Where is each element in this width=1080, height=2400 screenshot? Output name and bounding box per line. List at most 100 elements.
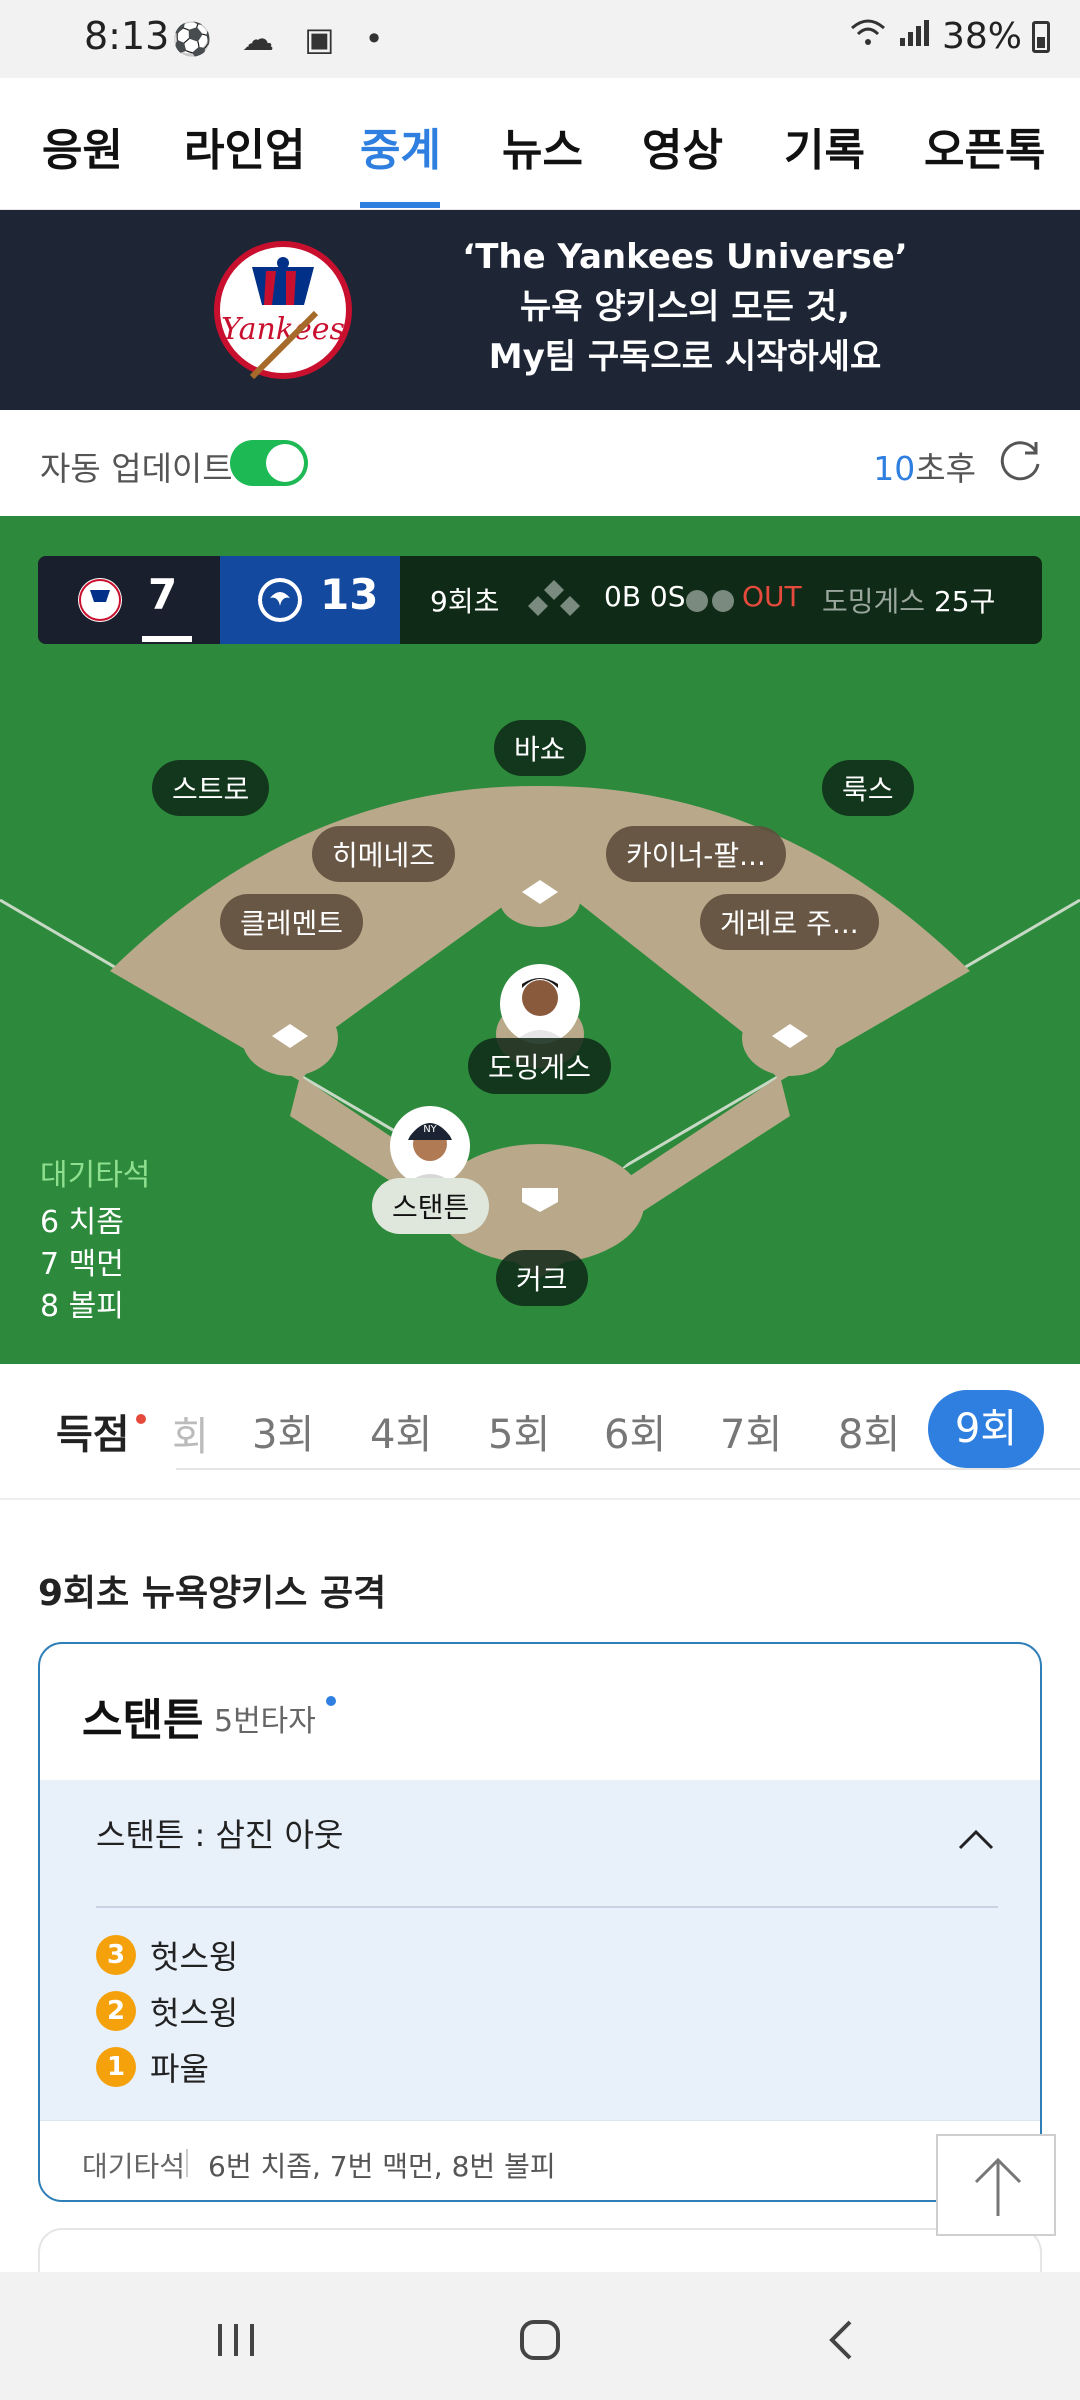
out-dot-1 <box>686 590 708 612</box>
promo-banner[interactable]: Yankees ‘The Yankees Universe’ 뉴욕 양키스의 모… <box>0 210 1080 410</box>
batter-photo: NY <box>404 1123 456 1186</box>
inning-tab-9[interactable]: 9회 <box>928 1390 1044 1468</box>
out-indicator <box>686 590 738 616</box>
pitcher-avatar[interactable] <box>500 964 580 1044</box>
on-deck-item: 6 치좀 <box>40 1205 124 1240</box>
inning-tab-8[interactable]: 8회 <box>838 1402 900 1460</box>
card-footer: 대기타석 6번 치좀, 7번 맥먼, 8번 볼피 <box>40 2120 1040 2200</box>
inning-tab-5[interactable]: 5회 <box>488 1402 550 1460</box>
pitch-number-badge: 2 <box>96 1991 136 2031</box>
footer-separator <box>186 2149 188 2177</box>
fielder-third[interactable]: 클레멘트 <box>220 894 364 950</box>
tab-opentalk[interactable]: 오픈톡 <box>924 114 1045 178</box>
inning-selector: 득점 회 3회 4회 5회 6회 7회 8회 9회 <box>0 1364 1080 1500</box>
on-deck-title: 대기타석 <box>40 1158 151 1193</box>
baseball-field: 7 13 9회초 0B 0S OUT 도밍게스 25구 바쇼 스트로 룩스 히메… <box>0 516 1080 1364</box>
scoreboard: 7 13 9회초 0B 0S OUT 도밍게스 25구 <box>38 556 1042 644</box>
inning-tab-partial[interactable]: 회 <box>172 1404 209 1462</box>
auto-update-bar: 자동 업데이트 10초후 <box>0 410 1080 516</box>
wifi-icon <box>848 16 888 57</box>
inning-tab-4[interactable]: 4회 <box>370 1402 432 1460</box>
fielder-first[interactable]: 게레로 주... <box>700 894 879 950</box>
on-deck-item: 7 맥먼 <box>40 1247 124 1282</box>
banner-line-2: 뉴욕 양키스의 모든 것, <box>520 287 850 327</box>
active-tab-indicator <box>360 202 440 208</box>
inning-tab-7[interactable]: 7회 <box>720 1402 782 1460</box>
yankees-logo: Yankees <box>214 241 352 380</box>
tab-news[interactable]: 뉴스 <box>502 114 583 178</box>
pitch-desc: 헛스윙 <box>150 1938 239 1976</box>
pitch-desc: 헛스윙 <box>150 1994 239 2032</box>
refresh-countdown: 10초후 <box>873 442 976 490</box>
footer-label: 대기타석 <box>82 2150 186 2183</box>
away-team[interactable]: 7 <box>38 556 220 644</box>
tab-video[interactable]: 영상 <box>642 114 723 178</box>
inning-label: 9회초 <box>430 585 500 618</box>
pitch-desc: 파울 <box>150 2050 209 2088</box>
tab-lineup[interactable]: 라인업 <box>184 114 305 178</box>
battery-text: 38% <box>941 16 1022 57</box>
top-tabs: 응원 라인업 중계 뉴스 영상 기록 오픈톡 <box>0 78 1080 210</box>
notification-icons: ⚽ ☁ ▣ • <box>172 20 394 58</box>
fielder-right[interactable]: 룩스 <box>822 760 914 816</box>
banner-line-1: ‘The Yankees Universe’ <box>462 237 908 277</box>
banner-line-3: My팀 구독으로 시작하세요 <box>488 337 882 377</box>
pitch-number-badge: 3 <box>96 1935 136 1975</box>
batter-name[interactable]: 스탠튼 <box>82 1684 203 1748</box>
status-right: 38% <box>848 16 1050 57</box>
battery-icon <box>1032 20 1050 53</box>
fielder-catcher[interactable]: 커크 <box>496 1250 588 1306</box>
inning-tab-6[interactable]: 6회 <box>604 1402 666 1460</box>
countdown-number: 10 <box>873 449 916 488</box>
out-dot-2 <box>712 590 734 612</box>
system-nav-bar <box>0 2272 1080 2400</box>
pitch-row: 2 헛스윙 <box>96 1988 238 2034</box>
pitcher-chip[interactable]: 도밍게스 <box>468 1038 612 1094</box>
refresh-icon[interactable] <box>996 436 1046 486</box>
pitcher-photo <box>512 978 568 1044</box>
batting-order: 5번타자 <box>214 1704 316 1739</box>
banner-text: ‘The Yankees Universe’ 뉴욕 양키스의 모든 것, My팀… <box>420 232 950 382</box>
home-score: 13 <box>320 570 379 619</box>
out-label: OUT <box>742 580 802 613</box>
svg-text:NY: NY <box>423 1124 437 1135</box>
home-team[interactable]: 13 <box>220 556 400 644</box>
arrow-up-icon <box>974 2157 1022 2216</box>
batter-chip[interactable]: 스탠튼 <box>372 1178 490 1234</box>
detail-divider <box>96 1906 998 1908</box>
bases-icon <box>528 580 580 616</box>
batter-indicator-dot <box>326 1696 336 1706</box>
svg-text:Yankees: Yankees <box>221 312 345 347</box>
inning-divider <box>176 1468 1080 1470</box>
inning-score-tab[interactable]: 득점 <box>56 1402 130 1460</box>
auto-update-toggle[interactable] <box>230 440 308 486</box>
scroll-to-top-button[interactable] <box>936 2134 1056 2236</box>
at-bat-card: 스탠튼 5번타자 스탠튼 : 삼진 아웃 3 헛스윙 2 헛스윙 1 파울 대기… <box>38 1642 1042 2202</box>
tab-live[interactable]: 중계 <box>360 114 441 178</box>
pitch-number-badge: 1 <box>96 2047 136 2087</box>
batter-avatar[interactable]: NY <box>390 1106 470 1186</box>
fielder-left[interactable]: 스트로 <box>152 760 270 816</box>
fielder-center[interactable]: 바쇼 <box>494 720 586 776</box>
at-bat-detail: 스탠튼 : 삼진 아웃 3 헛스윙 2 헛스윙 1 파울 <box>40 1780 1040 2120</box>
status-time: 8:13 <box>84 14 170 58</box>
pitcher-info: 도밍게스 25구 <box>822 580 995 620</box>
pitcher-name: 도밍게스 <box>822 585 926 618</box>
inning-tab-3[interactable]: 3회 <box>252 1402 314 1460</box>
fielder-shortstop[interactable]: 히메네즈 <box>312 826 456 882</box>
pitch-count: 25구 <box>933 585 996 618</box>
tab-cheer[interactable]: 응원 <box>42 114 123 178</box>
signal-icon <box>898 16 932 57</box>
on-deck-list: 대기타석 6 치좀 7 맥먼 8 볼피 <box>40 1150 150 1328</box>
back-icon[interactable] <box>812 2310 872 2370</box>
toggle-knob <box>266 444 304 482</box>
on-deck-item: 8 볼피 <box>40 1289 124 1324</box>
collapse-chevron-icon[interactable] <box>958 1828 994 1850</box>
pitch-row: 1 파울 <box>96 2044 209 2090</box>
ball-strike-count: 0B 0S <box>604 580 686 613</box>
recent-apps-icon[interactable] <box>206 2310 266 2370</box>
tab-records[interactable]: 기록 <box>784 114 865 178</box>
home-icon[interactable] <box>510 2310 570 2370</box>
fielder-second[interactable]: 카이너-팔... <box>606 826 786 882</box>
away-score-indicator <box>142 636 192 642</box>
